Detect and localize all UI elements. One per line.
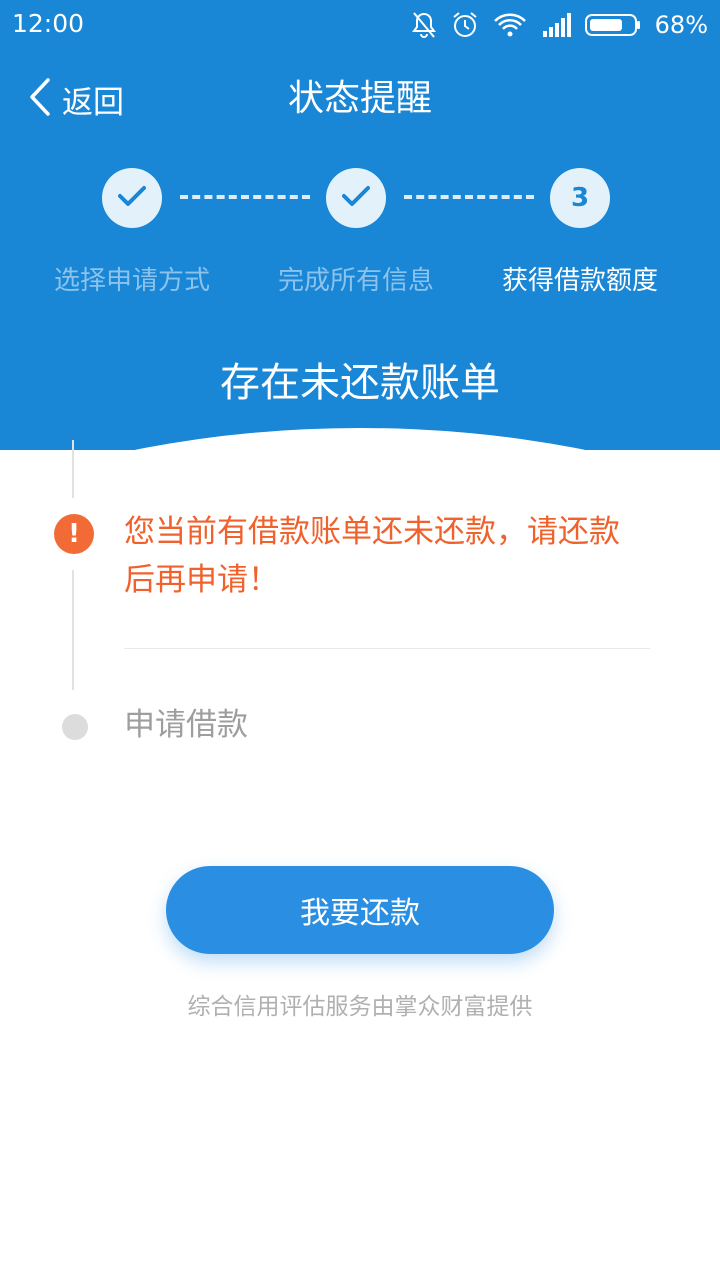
battery-percent: 68%	[654, 11, 708, 39]
step-3-label: 获得借款额度	[501, 266, 658, 296]
footer-note: 综合信用评估服务由掌众财富提供	[187, 994, 533, 1020]
step-3-number: 3	[570, 183, 590, 213]
step-connector-2	[404, 195, 534, 199]
hero-title: 存在未还款账单	[220, 360, 500, 406]
alarm-icon	[451, 11, 479, 39]
wifi-icon	[493, 12, 527, 38]
timeline-line-middle	[72, 570, 74, 690]
step-2-label: 完成所有信息	[277, 266, 434, 296]
page-title: 状态提醒	[287, 78, 432, 119]
signal-icon	[541, 13, 571, 37]
nav-bar: 返回 状态提醒	[0, 60, 720, 140]
bell-off-icon	[411, 11, 437, 39]
alert-exclamation-icon: !	[54, 514, 94, 554]
pending-step-dot	[62, 714, 88, 740]
repay-button[interactable]: 我要还款	[166, 866, 554, 954]
step-2-done	[326, 168, 386, 228]
check-icon	[341, 184, 371, 212]
pending-step-label: 申请借款	[124, 707, 248, 743]
header-curve	[0, 428, 720, 450]
check-icon	[117, 184, 147, 212]
alert-message: 您当前有借款账单还未还款，请还款后再申请！	[124, 514, 620, 598]
progress-stepper: 3 选择申请方式 完成所有信息 获得借款额度	[0, 168, 720, 308]
status-icons: 68%	[411, 8, 708, 42]
timeline-divider	[124, 648, 650, 649]
step-1-label: 选择申请方式	[53, 266, 210, 296]
step-connector-1	[180, 195, 310, 199]
status-bar: 12:00 68%	[0, 0, 720, 50]
battery-icon	[584, 13, 641, 37]
step-1-done	[102, 168, 162, 228]
step-3-current: 3	[550, 168, 610, 228]
timeline-line-top	[72, 440, 74, 498]
status-time: 12:00	[12, 9, 85, 38]
